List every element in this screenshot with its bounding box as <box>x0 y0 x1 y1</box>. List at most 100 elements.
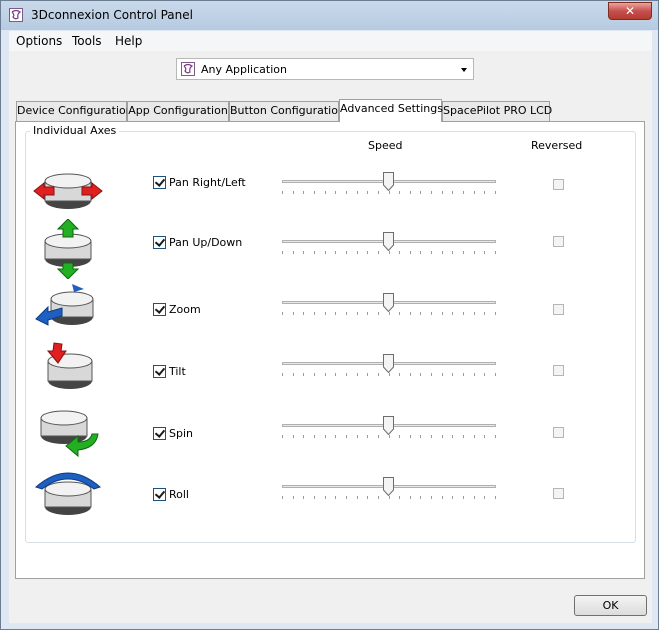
slider-tick <box>293 373 294 376</box>
slider-tick <box>495 312 496 315</box>
slider-tick <box>452 251 453 254</box>
slider-tick <box>420 251 421 254</box>
slider-tick <box>410 312 411 315</box>
axis-label: Roll <box>169 488 189 501</box>
axis-enabled-checkbox[interactable] <box>153 176 166 189</box>
advanced-settings-panel: Individual Axes Speed Reversed Pan Right… <box>15 121 645 579</box>
slider-tick <box>442 251 443 254</box>
slider-thumb[interactable] <box>383 354 394 373</box>
speed-slider[interactable] <box>282 172 496 196</box>
slider-tick <box>420 373 421 376</box>
title-bar[interactable]: 3Dconnexion Control Panel ✕ <box>1 1 658 30</box>
slider-tick <box>325 191 326 194</box>
slider-tick <box>495 373 496 376</box>
tab-spacepilot-pro-lcd[interactable]: SpacePilot PRO LCD <box>442 101 552 121</box>
speed-slider[interactable] <box>282 232 496 256</box>
application-dropdown[interactable]: Any Application <box>176 58 474 80</box>
slider-tick <box>452 312 453 315</box>
slider-tick <box>442 312 443 315</box>
slider-tick <box>399 373 400 376</box>
slider-tick <box>303 312 304 315</box>
tab-app-configuration[interactable]: App Configuration <box>127 101 229 121</box>
slider-tick <box>357 251 358 254</box>
slider-tick <box>495 435 496 438</box>
reversed-column-header: Reversed <box>531 139 583 152</box>
slider-thumb[interactable] <box>383 172 394 191</box>
slider-tick <box>335 251 336 254</box>
slider-tick <box>293 191 294 194</box>
axis-enabled-checkbox[interactable] <box>153 236 166 249</box>
chevron-down-icon[interactable] <box>461 68 467 72</box>
slider-tick <box>282 251 283 254</box>
reversed-checkbox[interactable] <box>553 304 564 315</box>
slider-tick <box>282 373 283 376</box>
reversed-checkbox[interactable] <box>553 179 564 190</box>
axis-label: Tilt <box>169 365 186 378</box>
ok-button[interactable]: OK <box>574 595 647 616</box>
slider-tick <box>389 251 390 254</box>
speed-slider[interactable] <box>282 354 496 378</box>
axis-row-zoom: Zoom <box>16 281 646 341</box>
slider-tick <box>410 435 411 438</box>
menu-options[interactable]: Options <box>16 34 62 48</box>
speed-slider[interactable] <box>282 293 496 317</box>
axis-row-pan-right-left: Pan Right/Left <box>16 159 646 219</box>
slider-tick <box>335 373 336 376</box>
slider-tick <box>452 496 453 499</box>
slider-tick <box>442 496 443 499</box>
slider-tick <box>431 496 432 499</box>
speed-slider[interactable] <box>282 477 496 501</box>
slider-tick <box>346 373 347 376</box>
slider-tick <box>314 251 315 254</box>
slider-tick <box>325 496 326 499</box>
slider-tick <box>474 435 475 438</box>
slider-tick <box>303 435 304 438</box>
slider-tick <box>378 435 379 438</box>
slider-tick <box>325 373 326 376</box>
slider-tick <box>484 496 485 499</box>
slider-tick <box>293 312 294 315</box>
slider-tick <box>357 373 358 376</box>
axis-enabled-checkbox[interactable] <box>153 488 166 501</box>
menu-help[interactable]: Help <box>115 34 142 48</box>
slider-tick <box>474 251 475 254</box>
tab-button-configuration[interactable]: Button Configuration <box>229 101 345 121</box>
slider-thumb[interactable] <box>383 416 394 435</box>
axis-enabled-checkbox[interactable] <box>153 427 166 440</box>
pan-right-left-icon <box>32 161 104 215</box>
reversed-checkbox[interactable] <box>553 236 564 247</box>
menu-tools[interactable]: Tools <box>72 34 102 48</box>
slider-tick <box>346 251 347 254</box>
tab-advanced-settings[interactable]: Advanced Settings <box>339 99 443 122</box>
axis-label: Spin <box>169 427 193 440</box>
slider-tick <box>399 435 400 438</box>
slider-tick <box>325 312 326 315</box>
slider-tick <box>463 251 464 254</box>
slider-thumb[interactable] <box>383 477 394 496</box>
slider-tick <box>420 496 421 499</box>
client-area: Any Application Device Configuration App… <box>9 51 652 623</box>
slider-tick <box>303 496 304 499</box>
slider-tick <box>346 496 347 499</box>
slider-tick <box>367 496 368 499</box>
axis-enabled-checkbox[interactable] <box>153 365 166 378</box>
close-button[interactable]: ✕ <box>608 2 652 20</box>
reversed-checkbox[interactable] <box>553 427 564 438</box>
reversed-checkbox[interactable] <box>553 365 564 376</box>
slider-tick <box>346 435 347 438</box>
axis-enabled-checkbox[interactable] <box>153 303 166 316</box>
slider-tick <box>357 496 358 499</box>
slider-tick <box>378 251 379 254</box>
tab-device-configuration[interactable]: Device Configuration <box>16 101 133 121</box>
reversed-checkbox[interactable] <box>553 488 564 499</box>
slider-tick <box>452 435 453 438</box>
slider-thumb[interactable] <box>383 232 394 251</box>
slider-tick <box>389 191 390 194</box>
slider-tick <box>389 312 390 315</box>
slider-thumb[interactable] <box>383 293 394 312</box>
speed-slider[interactable] <box>282 416 496 440</box>
slider-tick <box>314 312 315 315</box>
axis-label: Zoom <box>169 303 201 316</box>
slider-tick <box>484 312 485 315</box>
slider-tick <box>367 312 368 315</box>
